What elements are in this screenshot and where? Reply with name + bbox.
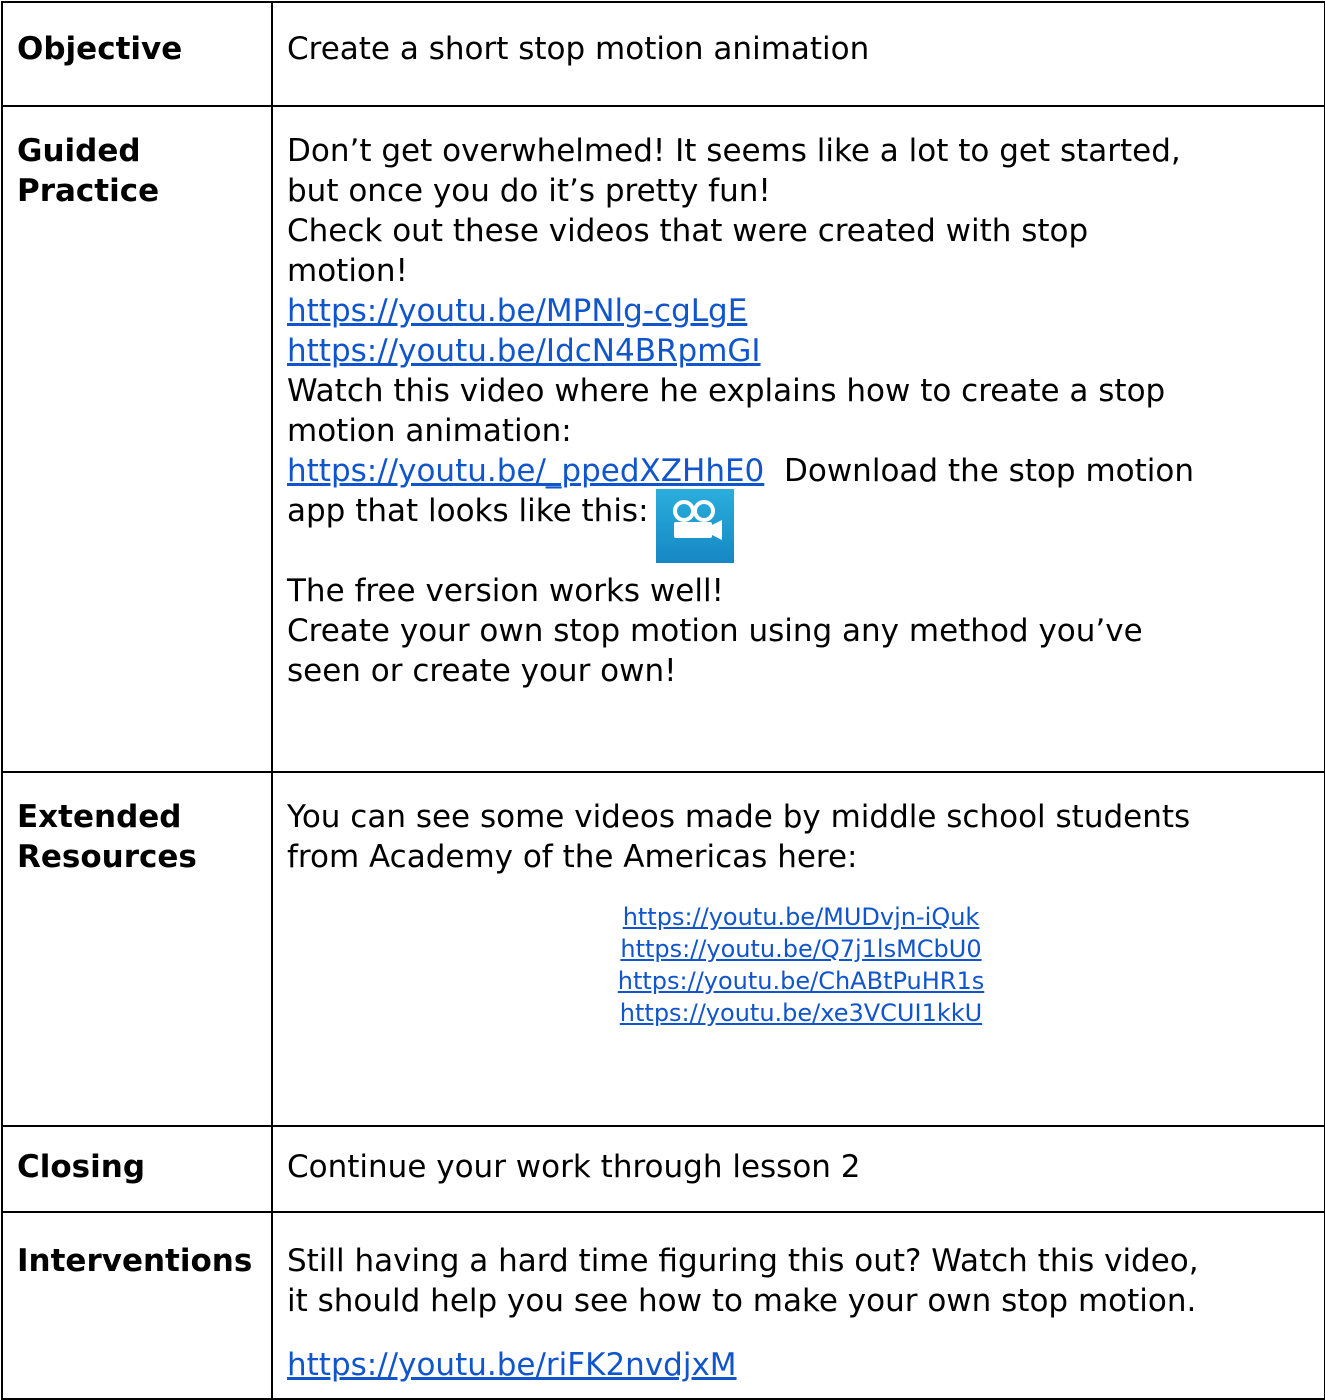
student-video-link[interactable]: https://youtu.be/xe3VCUI1kkU [620, 999, 982, 1027]
interventions-text-line1: Still having a hard time figuring this o… [287, 1243, 1199, 1279]
content-cell-objective: Create a short stop motion animation [271, 1, 1325, 107]
student-video-links: https://youtu.be/MUDvjn-iQuk https://you… [287, 901, 1315, 1029]
watch-text-line2: motion animation: [287, 413, 572, 449]
guided-text-line: Don’t get overwhelmed! It seems like a l… [287, 133, 1181, 169]
create-text-line1: Create your own stop motion using any me… [287, 613, 1143, 649]
video-link-2[interactable]: https://youtu.be/IdcN4BRpmGI [287, 333, 761, 369]
label-objective: Objective [17, 31, 183, 67]
label-guided-practice: Guided Practice [3, 107, 271, 211]
row-objective: Objective Create a short stop motion ani… [1, 1, 1325, 107]
label-interventions: Interventions [17, 1243, 253, 1279]
guided-text-line: but once you do it’s pretty fun! [287, 173, 771, 209]
extended-text-line1: You can see some videos made by middle s… [287, 799, 1191, 835]
tutorial-video-link[interactable]: https://youtu.be/_ppedXZHhE0 [287, 453, 764, 489]
row-extended-resources: Extended Resources You can see some vide… [1, 771, 1325, 1127]
content-cell-closing: Continue your work through lesson 2 [271, 1125, 1325, 1213]
free-version-text: The free version works well! [287, 573, 724, 609]
student-video-link[interactable]: https://youtu.be/MUDvjn-iQuk [623, 903, 980, 931]
student-video-link[interactable]: https://youtu.be/ChABtPuHR1s [618, 967, 984, 995]
label-guided-line1: Guided [17, 133, 141, 169]
row-guided-practice: Guided Practice Don’t get overwhelmed! I… [1, 105, 1325, 773]
label-extended-line2: Resources [17, 839, 197, 875]
guided-text-line: motion! [287, 253, 408, 289]
label-cell-interventions: Interventions [1, 1211, 273, 1400]
intervention-video-link[interactable]: https://youtu.be/riFK2nvdjxM [287, 1347, 737, 1383]
content-cell-interventions: Still having a hard time figuring this o… [271, 1211, 1325, 1400]
objective-text: Create a short stop motion animation [287, 31, 870, 67]
row-closing: Closing Continue your work through lesso… [1, 1125, 1325, 1213]
extended-text-line2: from Academy of the Americas here: [287, 839, 858, 875]
content-cell-guided-practice: Don’t get overwhelmed! It seems like a l… [271, 105, 1325, 773]
label-guided-line2: Practice [17, 173, 160, 209]
label-closing: Closing [17, 1149, 146, 1185]
content-cell-extended-resources: You can see some videos made by middle s… [271, 771, 1325, 1127]
label-extended-resources: Extended Resources [3, 773, 271, 877]
watch-text-line1: Watch this video where he explains how t… [287, 373, 1166, 409]
video-link-1[interactable]: https://youtu.be/MPNlg-cgLgE [287, 293, 747, 329]
row-interventions: Interventions Still having a hard time f… [1, 1211, 1325, 1400]
create-text-line2: seen or create your own! [287, 653, 677, 689]
interventions-text-line2: it should help you see how to make your … [287, 1283, 1197, 1319]
lesson-document: Objective Create a short stop motion ani… [0, 0, 1325, 1400]
label-cell-extended-resources: Extended Resources [1, 771, 273, 1127]
app-text: app that looks like this: [287, 493, 649, 529]
closing-text: Continue your work through lesson 2 [287, 1149, 861, 1185]
label-extended-line1: Extended [17, 799, 182, 835]
label-cell-closing: Closing [1, 1125, 273, 1213]
label-cell-objective: Objective [1, 1, 273, 107]
stop-motion-app-icon [656, 489, 734, 563]
download-text: Download the stop motion [764, 453, 1195, 489]
student-video-link[interactable]: https://youtu.be/Q7j1lsMCbU0 [620, 935, 981, 963]
guided-text-line: Check out these videos that were created… [287, 213, 1089, 249]
lesson-table: Objective Create a short stop motion ani… [1, 1, 1325, 1400]
label-cell-guided-practice: Guided Practice [1, 105, 273, 773]
